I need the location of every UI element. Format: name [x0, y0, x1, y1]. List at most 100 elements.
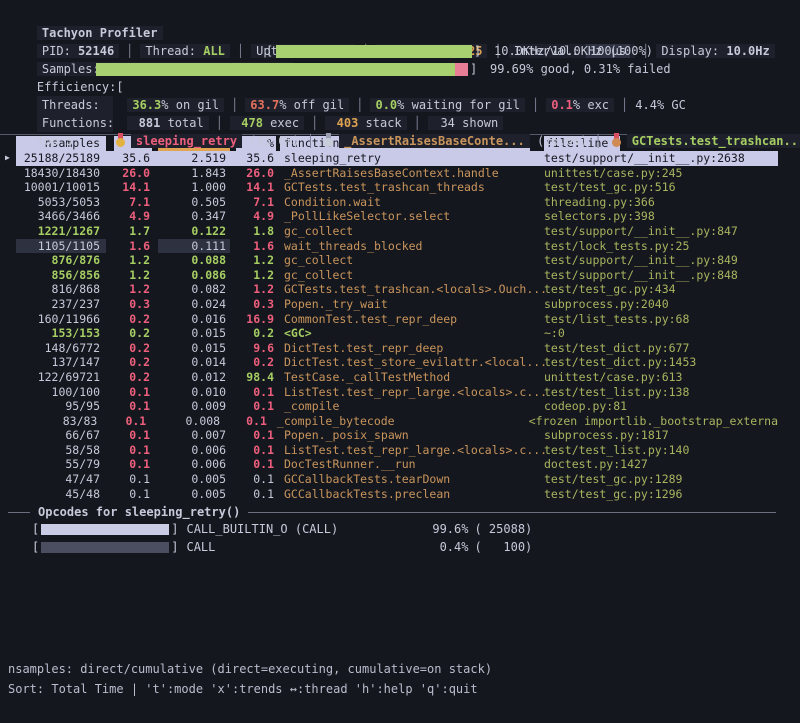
cell-percent-2: 35.6 — [236, 151, 276, 166]
table-row[interactable]: 5053/5053 7.1 0.505 7.1 Condition.wait t… — [0, 195, 800, 210]
cell-function: gc_collect — [280, 253, 544, 268]
table-row[interactable]: 55/79 0.1 0.006 0.1 DocTestRunner.__run … — [0, 457, 800, 472]
table-row[interactable]: 153/153 0.2 0.015 0.2 <GC> ~:0 — [0, 326, 800, 341]
cell-percent-1: 0.1 — [114, 385, 152, 400]
row-body: 58/58 0.1 0.006 0.1 ListTest.test_repr_l… — [16, 443, 778, 458]
row-body: 876/876 1.2 0.088 1.2 gc_collect test/su… — [16, 253, 778, 268]
selected-row-arrow-icon — [0, 443, 16, 458]
cell-percent-2: 4.9 — [236, 209, 276, 224]
cell-file-line: subprocess.py:1817 — [544, 428, 778, 443]
cell-file-line: test/support/__init__.py:848 — [544, 268, 778, 283]
cell-tottime: 0.088 — [158, 253, 230, 268]
cell-nsamples: 148/6772 — [16, 341, 106, 356]
table-row[interactable]: 45/48 0.1 0.005 0.1 GCCallbackTests.prec… — [0, 487, 800, 502]
table-row[interactable]: 876/876 1.2 0.088 1.2 gc_collect test/su… — [0, 253, 800, 268]
efficiency-bracket-close: ] — [470, 60, 477, 78]
cell-function: GCCallbackTests.preclean — [280, 487, 544, 502]
cell-tottime: 0.014 — [158, 355, 230, 370]
cell-file-line: subprocess.py:2040 — [544, 297, 778, 312]
table-row[interactable]: 1105/1105 1.6 0.111 1.6 wait_threads_blo… — [0, 239, 800, 254]
row-body: 5053/5053 7.1 0.505 7.1 Condition.wait t… — [16, 195, 778, 210]
opcodes-title: Opcodes for sleeping_retry() — [30, 505, 248, 519]
table-body: ▶ 25188/25189 35.6 2.519 35.6 sleeping_r… — [0, 151, 800, 501]
cell-nsamples: 95/95 — [16, 399, 106, 414]
table-row[interactable]: 148/6772 0.2 0.015 9.6 DictTest.test_rep… — [0, 341, 800, 356]
cell-file-line: doctest.py:1427 — [544, 457, 778, 472]
table-row[interactable]: 10001/10015 14.1 1.000 14.1 GCTests.test… — [0, 180, 800, 195]
table-row[interactable]: 47/47 0.1 0.005 0.1 GCCallbackTests.tear… — [0, 472, 800, 487]
selected-row-arrow-icon — [0, 253, 16, 268]
opcode-row: [ ] CALL 0.4% ( 100) — [0, 538, 800, 556]
selected-row-arrow-icon — [0, 268, 16, 283]
cell-function: gc_collect — [280, 268, 544, 283]
top3-function-name: sleeping_retry — [131, 134, 242, 148]
table-row[interactable]: 237/237 0.3 0.024 0.3 Popen._try_wait su… — [0, 297, 800, 312]
top3-entry: _AssertRaisesBaseConte... (26.0%)│ — [321, 134, 609, 148]
table-row[interactable]: 3466/3466 4.9 0.347 4.9 _PollLikeSelecto… — [0, 209, 800, 224]
separator: │ — [300, 134, 321, 148]
cell-percent-1: 0.2 — [114, 355, 152, 370]
cell-tottime: 0.015 — [158, 326, 230, 341]
selected-row-arrow-icon — [0, 180, 16, 195]
cell-tottime: 0.505 — [158, 195, 230, 210]
table-row[interactable]: 18430/18430 26.0 1.843 26.0 _AssertRaise… — [0, 166, 800, 181]
cell-tottime: 0.016 — [158, 312, 230, 327]
opcode-count: ( 25088) — [474, 520, 532, 538]
cell-function: Popen._try_wait — [280, 297, 544, 312]
table-row[interactable]: 856/856 1.2 0.086 1.2 gc_collect test/su… — [0, 268, 800, 283]
cell-percent-1: 0.2 — [114, 326, 152, 341]
cell-file-line: unittest/case.py:613 — [544, 370, 778, 385]
cell-function: DictTest.test_repr_deep — [280, 341, 544, 356]
title-bar: Tachyon Profiler — [0, 6, 800, 24]
cell-percent-2: 14.1 — [236, 180, 276, 195]
top3-entry: GCTests.test_trashcan... (14.1%)│ — [609, 134, 800, 148]
cell-nsamples: 58/58 — [16, 443, 106, 458]
medal-icon — [611, 133, 622, 147]
cell-percent-1: 1.2 — [114, 282, 152, 297]
samples-bar-bracket-open: [ — [266, 42, 273, 60]
selected-row-arrow-icon — [0, 414, 16, 429]
cell-percent-2: 26.0 — [236, 166, 276, 181]
cell-function: wait_threads_blocked — [280, 239, 544, 254]
cell-percent-1: 0.3 — [114, 297, 152, 312]
row-body: 66/67 0.1 0.007 0.1 Popen._posix_spawn s… — [16, 428, 778, 443]
samples-bar-bracket-close: ] — [474, 42, 481, 60]
row-body: 100/100 0.1 0.010 0.1 ListTest.test_repr… — [16, 385, 778, 400]
cell-percent-2: 0.2 — [236, 326, 276, 341]
opcode-bar-bracket-open: [ — [32, 538, 39, 556]
cell-file-line: ~:0 — [544, 326, 778, 341]
cell-file-line: test/test_gc.py:1296 — [544, 487, 778, 502]
cell-nsamples: 153/153 — [16, 326, 106, 341]
table-row[interactable]: 816/868 1.2 0.082 1.2 GCTests.test_trash… — [0, 282, 800, 297]
cell-percent-1: 1.6 — [114, 239, 152, 254]
table-row[interactable]: 58/58 0.1 0.006 0.1 ListTest.test_repr_l… — [0, 443, 800, 458]
table-row[interactable]: 122/69721 0.2 0.012 98.4 TestCase._callT… — [0, 370, 800, 385]
opcode-percent: 99.6% — [412, 520, 468, 538]
cell-file-line: selectors.py:398 — [544, 209, 778, 224]
table-row[interactable]: 95/95 0.1 0.009 0.1 _compile codeop.py:8… — [0, 399, 800, 414]
cell-function: GCTests.test_trashcan.<locals>.Ouch... — [280, 282, 544, 297]
table-row[interactable]: 137/147 0.2 0.014 0.2 DictTest.test_stor… — [0, 355, 800, 370]
selected-row-arrow-icon — [0, 195, 16, 210]
cell-function: Popen._posix_spawn — [280, 428, 544, 443]
opcodes-separator: Opcodes for sleeping_retry() — [0, 504, 800, 520]
functions-line: Functions: 881 total│478 exec│403 stack│… — [0, 96, 800, 114]
table-row[interactable]: 160/11966 0.2 0.016 16.9 CommonTest.test… — [0, 312, 800, 327]
table-row[interactable]: 1221/1267 1.7 0.122 1.8 gc_collect test/… — [0, 224, 800, 239]
table-row[interactable]: 100/100 0.1 0.010 0.1 ListTest.test_repr… — [0, 385, 800, 400]
top3-line: Top 3:sleeping_retry (35.6%)│_AssertRais… — [0, 114, 800, 132]
cell-file-line: test/test_gc.py:516 — [544, 180, 778, 195]
cell-nsamples: 237/237 — [16, 297, 106, 312]
cell-tottime: 1.843 — [158, 166, 230, 181]
cell-percent-1: 0.1 — [111, 414, 148, 429]
cell-function: DictTest.test_store_evilattr.<local... — [280, 355, 544, 370]
cell-nsamples: 45/48 — [16, 487, 106, 502]
cell-tottime: 0.024 — [158, 297, 230, 312]
cell-nsamples: 1221/1267 — [16, 224, 106, 239]
opcode-bar-bracket-close: ] — [171, 520, 178, 538]
table-row[interactable]: 66/67 0.1 0.007 0.1 Popen._posix_spawn s… — [0, 428, 800, 443]
table-row[interactable]: ▶ 25188/25189 35.6 2.519 35.6 sleeping_r… — [0, 151, 800, 166]
selected-row-arrow-icon — [0, 457, 16, 472]
cell-nsamples: 122/69721 — [16, 370, 106, 385]
table-row[interactable]: 83/83 0.1 0.008 0.1 _compile_bytecode <f… — [0, 414, 800, 429]
